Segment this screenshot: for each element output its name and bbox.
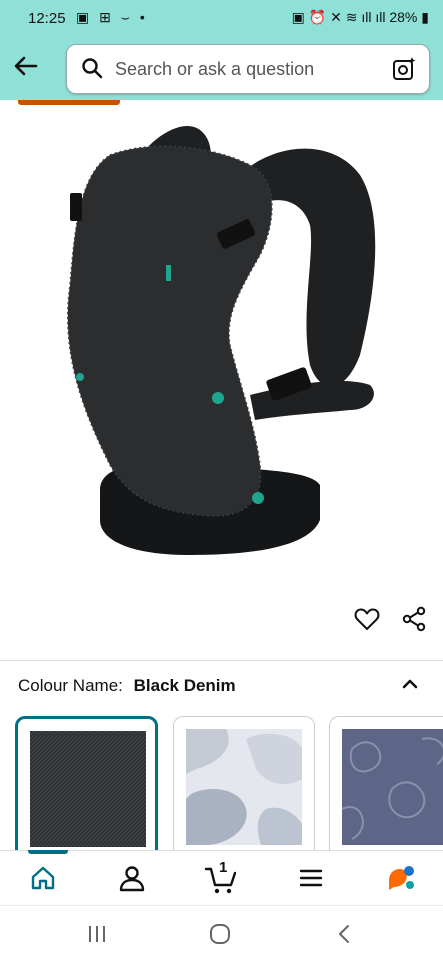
home-icon[interactable] [28,863,58,893]
home-button-icon[interactable] [208,922,232,946]
account-icon[interactable] [117,863,147,893]
swatch-image [186,729,302,845]
status-notification-icons: ▣ ⊞ ⌣ • [76,9,148,25]
app-header: Search or ask a question [0,38,443,100]
camera-search-icon[interactable] [391,56,417,82]
section-divider [0,660,443,661]
badge-tab [18,100,120,105]
status-time: 12:25 [28,10,66,27]
heart-icon[interactable] [354,606,380,632]
search-icon [82,58,103,79]
battery-percent: 28% [389,9,418,25]
swatch-image [342,729,443,845]
colour-swatch-blue-floral[interactable] [329,716,443,868]
cart-button[interactable]: 1 [204,859,238,895]
product-image-area[interactable] [0,100,443,660]
colour-name-row: Colour Name: Black Denim [18,676,236,696]
chevron-up-icon[interactable] [398,672,422,696]
home-active-indicator [28,850,68,854]
menu-icon[interactable] [296,863,326,893]
bottom-navigation: 1 [0,850,443,906]
colour-swatch-grey-pattern[interactable] [173,716,315,868]
swatch-image [30,731,146,847]
back-arrow-icon[interactable] [12,52,40,80]
rufus-ai-icon[interactable] [386,863,416,893]
back-button-icon[interactable] [333,922,357,946]
colour-name-label: Colour Name: [18,676,123,695]
status-system-icons: ▣ ⏰ ✕ ≋ ıll ıll [291,9,386,25]
search-bar[interactable]: Search or ask a question [66,44,430,94]
status-right-group: ▣ ⏰ ✕ ≋ ıll ıll 28% ▮ [292,9,429,26]
system-navigation-bar [0,905,443,961]
recent-apps-icon[interactable] [85,922,109,946]
colour-swatch-black-denim[interactable] [15,716,158,872]
share-icon[interactable] [401,606,427,632]
search-input[interactable]: Search or ask a question [115,59,314,80]
status-bar: 12:25 ▣ ⊞ ⌣ • ▣ ⏰ ✕ ≋ ıll ıll 28% ▮ [0,0,443,38]
cart-count: 1 [219,859,228,876]
battery-icon: ▮ [421,9,429,25]
colour-name-value: Black Denim [133,676,236,695]
product-image[interactable] [40,115,400,575]
